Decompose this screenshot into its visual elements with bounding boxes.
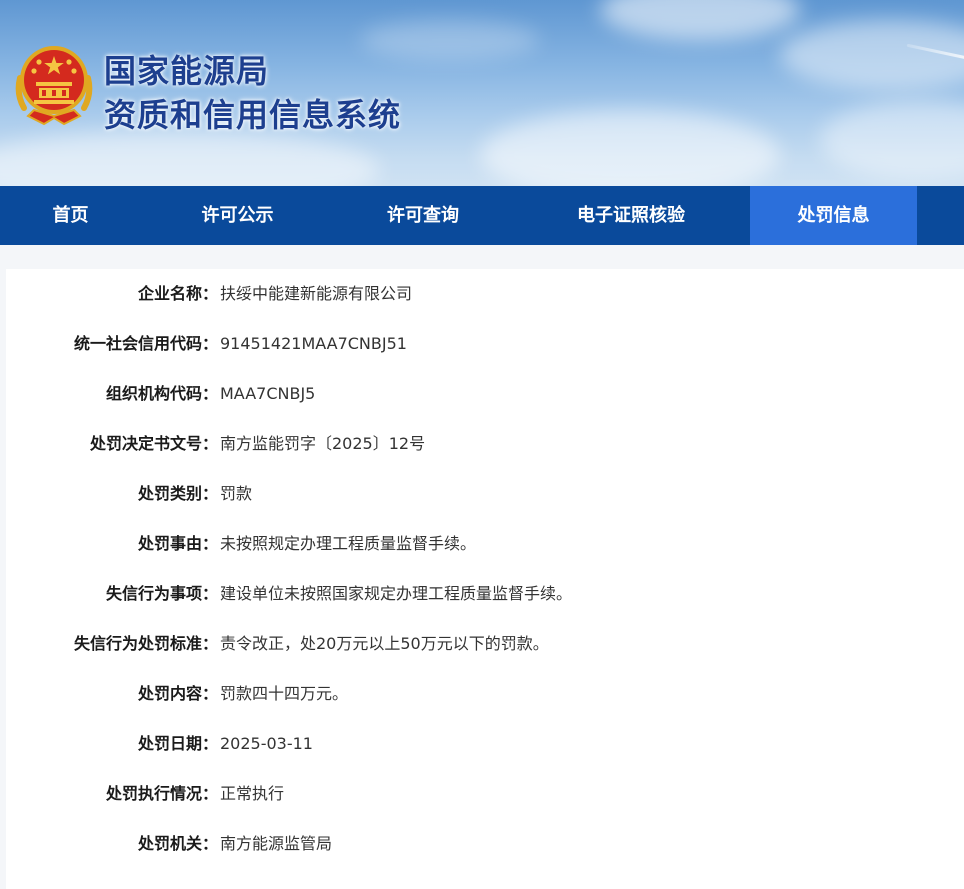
- detail-label: 处罚类别：: [137, 484, 218, 503]
- detail-row-penalty-standard: 失信行为处罚标准： 责令改正，处20万元以上50万元以下的罚款。: [6, 619, 964, 669]
- site-title-line1: 国家能源局: [104, 52, 270, 90]
- nav-license-query[interactable]: 许可查询: [334, 186, 512, 245]
- detail-label: 处罚日期：: [137, 734, 218, 753]
- site-title-line2: 资质和信用信息系统: [104, 96, 402, 134]
- detail-value: 扶绥中能建新能源有限公司: [220, 284, 413, 303]
- detail-value: 罚款四十四万元。: [220, 684, 349, 703]
- detail-row-penalty-authority: 处罚机关： 南方能源监管局: [6, 819, 964, 869]
- sky-cloud: [600, 0, 800, 40]
- detail-value: 91451421MAA7CNBJ51: [220, 334, 407, 353]
- detail-label: 企业名称：: [137, 284, 218, 303]
- detail-row-dishonest-matter: 失信行为事项： 建设单位未按照国家规定办理工程质量监督手续。: [6, 569, 964, 619]
- detail-row-credit-code: 统一社会信用代码： 91451421MAA7CNBJ51: [6, 319, 964, 369]
- detail-label: 处罚执行情况：: [105, 784, 218, 803]
- detail-label: 处罚机关：: [137, 834, 218, 853]
- detail-row-penalty-date: 处罚日期： 2025-03-11: [6, 719, 964, 769]
- sky-cloud: [480, 110, 780, 186]
- detail-value: 责令改正，处20万元以上50万元以下的罚款。: [220, 634, 549, 653]
- detail-value: 南方能源监管局: [220, 834, 333, 853]
- detail-row-org-code: 组织机构代码： MAA7CNBJ5: [6, 369, 964, 419]
- sky-cloud: [0, 130, 380, 186]
- detail-label: 组织机构代码：: [105, 384, 218, 403]
- detail-value: 罚款: [220, 484, 253, 503]
- detail-row-penalty-type: 处罚类别： 罚款: [6, 469, 964, 519]
- detail-value: 正常执行: [220, 784, 285, 803]
- detail-label: 处罚决定书文号：: [89, 434, 218, 453]
- detail-label: 处罚事由：: [137, 534, 218, 553]
- site-header: 国家能源局 资质和信用信息系统: [0, 0, 964, 186]
- detail-value: MAA7CNBJ5: [220, 384, 316, 403]
- nav-penalty-info[interactable]: 处罚信息: [750, 186, 917, 245]
- nav-home[interactable]: 首页: [0, 186, 141, 245]
- detail-row-penalty-content: 处罚内容： 罚款四十四万元。: [6, 669, 964, 719]
- detail-row-execution-status: 处罚执行情况： 正常执行: [6, 769, 964, 819]
- nav-filler: [917, 186, 964, 245]
- detail-value: 未按照规定办理工程质量监督手续。: [220, 534, 477, 553]
- detail-value: 建设单位未按照国家规定办理工程质量监督手续。: [220, 584, 573, 603]
- nav-license-publicity[interactable]: 许可公示: [141, 186, 334, 245]
- detail-value: 南方监能罚字〔2025〕12号: [220, 434, 426, 453]
- detail-label: 处罚内容：: [137, 684, 218, 703]
- detail-label: 失信行为事项：: [105, 584, 218, 603]
- sky-cloud: [360, 20, 540, 60]
- detail-value: 2025-03-11: [220, 734, 313, 753]
- detail-row-decision-number: 处罚决定书文号： 南方监能罚字〔2025〕12号: [6, 419, 964, 469]
- detail-row-penalty-reason: 处罚事由： 未按照规定办理工程质量监督手续。: [6, 519, 964, 569]
- nav-e-certificate-verify[interactable]: 电子证照核验: [512, 186, 750, 245]
- national-emblem-icon: [15, 46, 93, 126]
- sky-cloud: [780, 20, 964, 90]
- detail-label: 统一社会信用代码：: [73, 334, 218, 353]
- penalty-detail-panel: 企业名称： 扶绥中能建新能源有限公司 统一社会信用代码： 91451421MAA…: [6, 269, 964, 889]
- sky-cloud: [820, 100, 964, 180]
- main-nav: 首页 许可公示 许可查询 电子证照核验 处罚信息: [0, 186, 964, 245]
- detail-label: 失信行为处罚标准：: [73, 634, 218, 653]
- detail-row-company-name: 企业名称： 扶绥中能建新能源有限公司: [6, 269, 964, 319]
